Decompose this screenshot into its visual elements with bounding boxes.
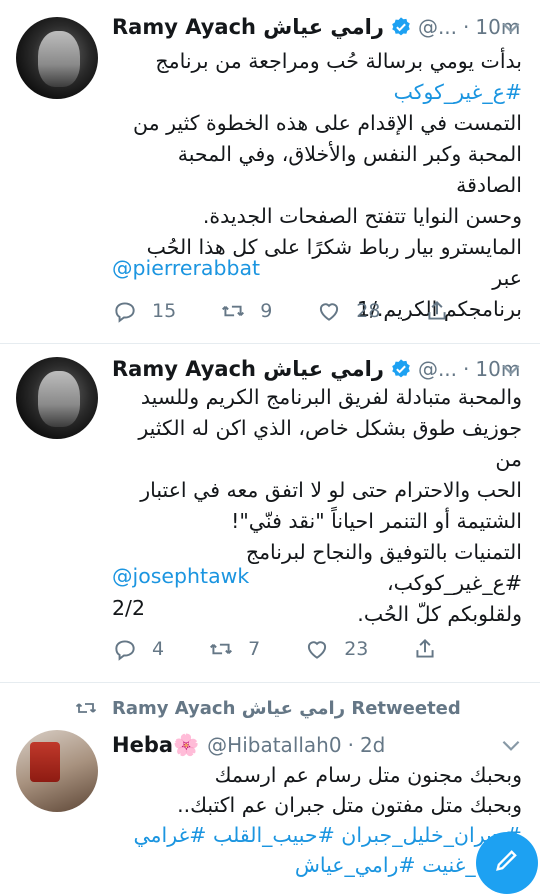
- mention-link[interactable]: @josephtawk: [112, 564, 249, 588]
- tweet-header: Ramy Ayach رامي عياش @... · 10m: [112, 12, 524, 42]
- timestamp: 2d: [359, 733, 386, 757]
- separator-dot: ·: [463, 15, 470, 39]
- heart-icon: [320, 303, 339, 321]
- tweet-text: وبحبك مجنون متل رسام عم ارسمك وبحبك متل …: [112, 760, 522, 880]
- avatar[interactable]: [16, 17, 98, 99]
- author-name[interactable]: Ramy Ayach رامي عياش: [112, 357, 384, 381]
- text-line: والمحبة متبادلة لفريق البرنامج الكريم ول…: [140, 385, 522, 409]
- text-line: وبحبك متل مفتون متل جبران عم اكتبك..: [177, 793, 522, 817]
- avatar[interactable]: [16, 730, 98, 812]
- separator-dot: ·: [347, 733, 354, 757]
- reply-icon: [115, 302, 135, 323]
- retweeted-by-label: Ramy Ayach رامي عياش Retweeted: [112, 697, 461, 719]
- text-line: جوزيف طوق بشكل خاص، الذي اكن له الكثير م…: [138, 416, 522, 471]
- like-count: 28: [356, 300, 381, 322]
- retweeted-by-banner[interactable]: Ramy Ayach رامي عياش Retweeted: [74, 694, 461, 722]
- verified-badge-icon: [392, 17, 410, 36]
- chevron-down-icon[interactable]: [498, 732, 524, 758]
- reply-button[interactable]: 4: [112, 636, 164, 662]
- reply-button[interactable]: 15: [112, 298, 176, 324]
- retweet-button[interactable]: 9: [220, 298, 272, 324]
- chevron-down-icon[interactable]: [498, 14, 524, 40]
- share-button[interactable]: [424, 298, 450, 324]
- tweet-actions: 15 9 28: [112, 296, 494, 326]
- text-line: وحسن النوايا تتفتح الصفحات الجديدة.: [202, 204, 522, 228]
- tweet-header: Ramy Ayach رامي عياش @... · 10m: [112, 354, 524, 384]
- verified-badge-icon: [392, 359, 410, 378]
- like-button[interactable]: 28: [316, 298, 380, 324]
- reply-count: 15: [152, 300, 177, 322]
- tweet-actions: 4 7 23: [112, 634, 482, 664]
- author-handle[interactable]: @...: [418, 15, 457, 39]
- share-icon: [416, 638, 434, 658]
- tweet-header: Heba🌸 @Hibatallah0 · 2d: [112, 730, 524, 760]
- text-line: بدأت يومي برسالة حُب ومراجعة من برنامج: [155, 49, 522, 73]
- compose-icon: [496, 850, 517, 871]
- chevron-down-icon[interactable]: [498, 356, 524, 382]
- heart-icon: [308, 641, 327, 659]
- text-line: وبحبك مجنون متل رسام عم ارسمك: [214, 763, 522, 787]
- text-line: المحبة وكبر النفس والأخلاق، وفي المحبة ا…: [177, 142, 522, 197]
- share-icon: [428, 300, 447, 320]
- hashtag-link[interactable]: #ع_غير_كوكب: [112, 77, 522, 108]
- author-handle[interactable]: @...: [418, 357, 457, 381]
- divider: [0, 343, 540, 344]
- reply-icon: [115, 640, 135, 661]
- compose-tweet-button[interactable]: [476, 832, 538, 894]
- text-line: الحب والاحترام حتى لو لا اتفق معه في اعت…: [140, 478, 522, 502]
- tweet-text: بدأت يومي برسالة حُب ومراجعة من برنامج #…: [112, 46, 522, 325]
- retweet-icon: [222, 305, 245, 317]
- separator-dot: ·: [463, 357, 470, 381]
- text-line: الشتيمة أو التنمر احياناً "نقد فنّي"!: [231, 509, 522, 533]
- retweet-icon: [210, 643, 233, 655]
- retweet-count: 9: [260, 300, 273, 322]
- tweet-text: والمحبة متبادلة لفريق البرنامج الكريم ول…: [112, 382, 522, 630]
- author-handle[interactable]: @Hibatallah0: [207, 733, 341, 757]
- hashtag-link[interactable]: #الك_غنيت #رامي_عياش: [112, 850, 522, 880]
- text-line: التمست في الإقدام على هذه الخطوة كثير من: [133, 111, 522, 135]
- retweet-icon: [75, 703, 97, 713]
- share-button[interactable]: [412, 636, 438, 662]
- author-name[interactable]: Heba🌸: [112, 733, 199, 758]
- thread-counter: 2/2: [112, 596, 145, 620]
- reply-count: 4: [152, 638, 165, 660]
- hashtag-link[interactable]: #جبران_خليل_جبران #حبيب_القلب #غرامي: [112, 820, 522, 850]
- author-name[interactable]: Ramy Ayach رامي عياش: [112, 15, 384, 39]
- like-button[interactable]: 23: [304, 636, 368, 662]
- retweet-button[interactable]: 7: [208, 636, 260, 662]
- avatar[interactable]: [16, 357, 98, 439]
- retweet-count: 7: [248, 638, 261, 660]
- divider: [0, 682, 540, 683]
- like-count: 23: [344, 638, 369, 660]
- text-line: ولقلوبكم كلّ الحُب.: [357, 602, 522, 626]
- mention-link[interactable]: @pierrerabbat: [112, 256, 260, 280]
